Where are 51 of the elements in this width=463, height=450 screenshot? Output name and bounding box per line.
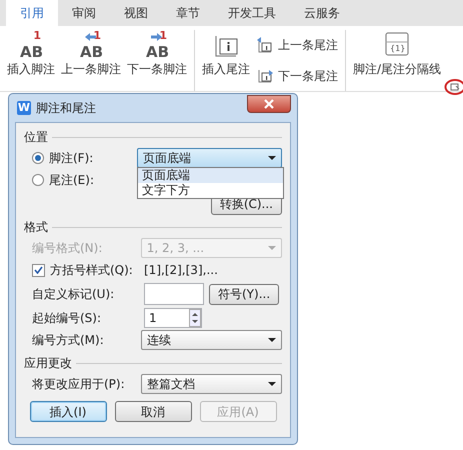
dropdown[interactable]: 页面底端 [137, 148, 282, 168]
footnote-icon: AB 1 [141, 30, 173, 60]
dropdown[interactable]: 整篇文档 [140, 374, 282, 394]
ribbon-tab[interactable]: 开发工具 [214, 0, 290, 26]
field-label: 将更改应用于(P): [32, 376, 125, 393]
input-field[interactable] [144, 283, 204, 305]
ribbon-tab[interactable]: 审阅 [58, 0, 110, 26]
format-preview: [1],[2],[3],... [144, 262, 218, 279]
field-label: 方括号样式(Q): [50, 262, 133, 279]
section-title: 位置 [24, 129, 48, 146]
caret-icon [268, 156, 276, 160]
section-title: 格式 [24, 219, 48, 236]
ribbon-tab[interactable]: 章节 [162, 0, 214, 26]
ribbon-tab[interactable]: 视图 [110, 0, 162, 26]
spin-arrows-icon [189, 309, 201, 327]
checkbox[interactable] [32, 264, 45, 276]
check-icon [34, 266, 43, 274]
field-label: 编号格式(N): [32, 240, 102, 257]
symbol-button[interactable]: 符号(Y)... [209, 284, 280, 304]
ribbon-button[interactable]: 插入尾注 [199, 30, 253, 91]
dialog-button[interactable]: 插入(I) [30, 401, 106, 422]
caret-icon [268, 246, 276, 250]
endnote-icon [256, 36, 274, 54]
caret-icon [268, 382, 276, 386]
number-spinner[interactable]: 1 [144, 308, 202, 328]
field-label: 脚注(F): [49, 150, 94, 167]
ribbon-tab[interactable]: 引用 [6, 0, 58, 26]
dropdown[interactable]: 连续 [140, 330, 282, 350]
window-title: 脚注和尾注 [36, 100, 96, 117]
field-label: 自定义标记(U): [32, 286, 114, 303]
close-icon [264, 99, 274, 109]
highlight-ring [444, 78, 463, 96]
endnote-icon [256, 67, 274, 84]
radio-button[interactable] [32, 174, 44, 186]
app-logo: W [17, 101, 31, 115]
field-label: 起始编号(S): [32, 310, 102, 327]
field-label: 编号方式(M): [32, 332, 104, 349]
caret-icon [268, 338, 276, 342]
ribbon-button[interactable]: {1} 脚注/尾注分隔线 [350, 30, 444, 91]
dialog-button[interactable]: 取消 [114, 401, 192, 422]
footnote-icon: AB 1 [15, 30, 47, 60]
close-button[interactable] [247, 95, 291, 113]
ribbon-button[interactable]: 下一条尾注 [253, 64, 341, 87]
section-title: 应用更改 [24, 355, 72, 372]
ribbon-button[interactable]: AB 1 插入脚注 [4, 30, 58, 91]
ribbon-tab[interactable]: 云服务 [290, 0, 354, 26]
radio-button[interactable] [32, 152, 44, 164]
field-label: 尾注(E): [49, 172, 94, 189]
dropdown-option[interactable]: 页面底端 [138, 168, 283, 183]
ribbon-button[interactable]: AB 1 下一条脚注 [124, 30, 190, 91]
ribbon-button[interactable]: 上一条尾注 [253, 34, 341, 56]
